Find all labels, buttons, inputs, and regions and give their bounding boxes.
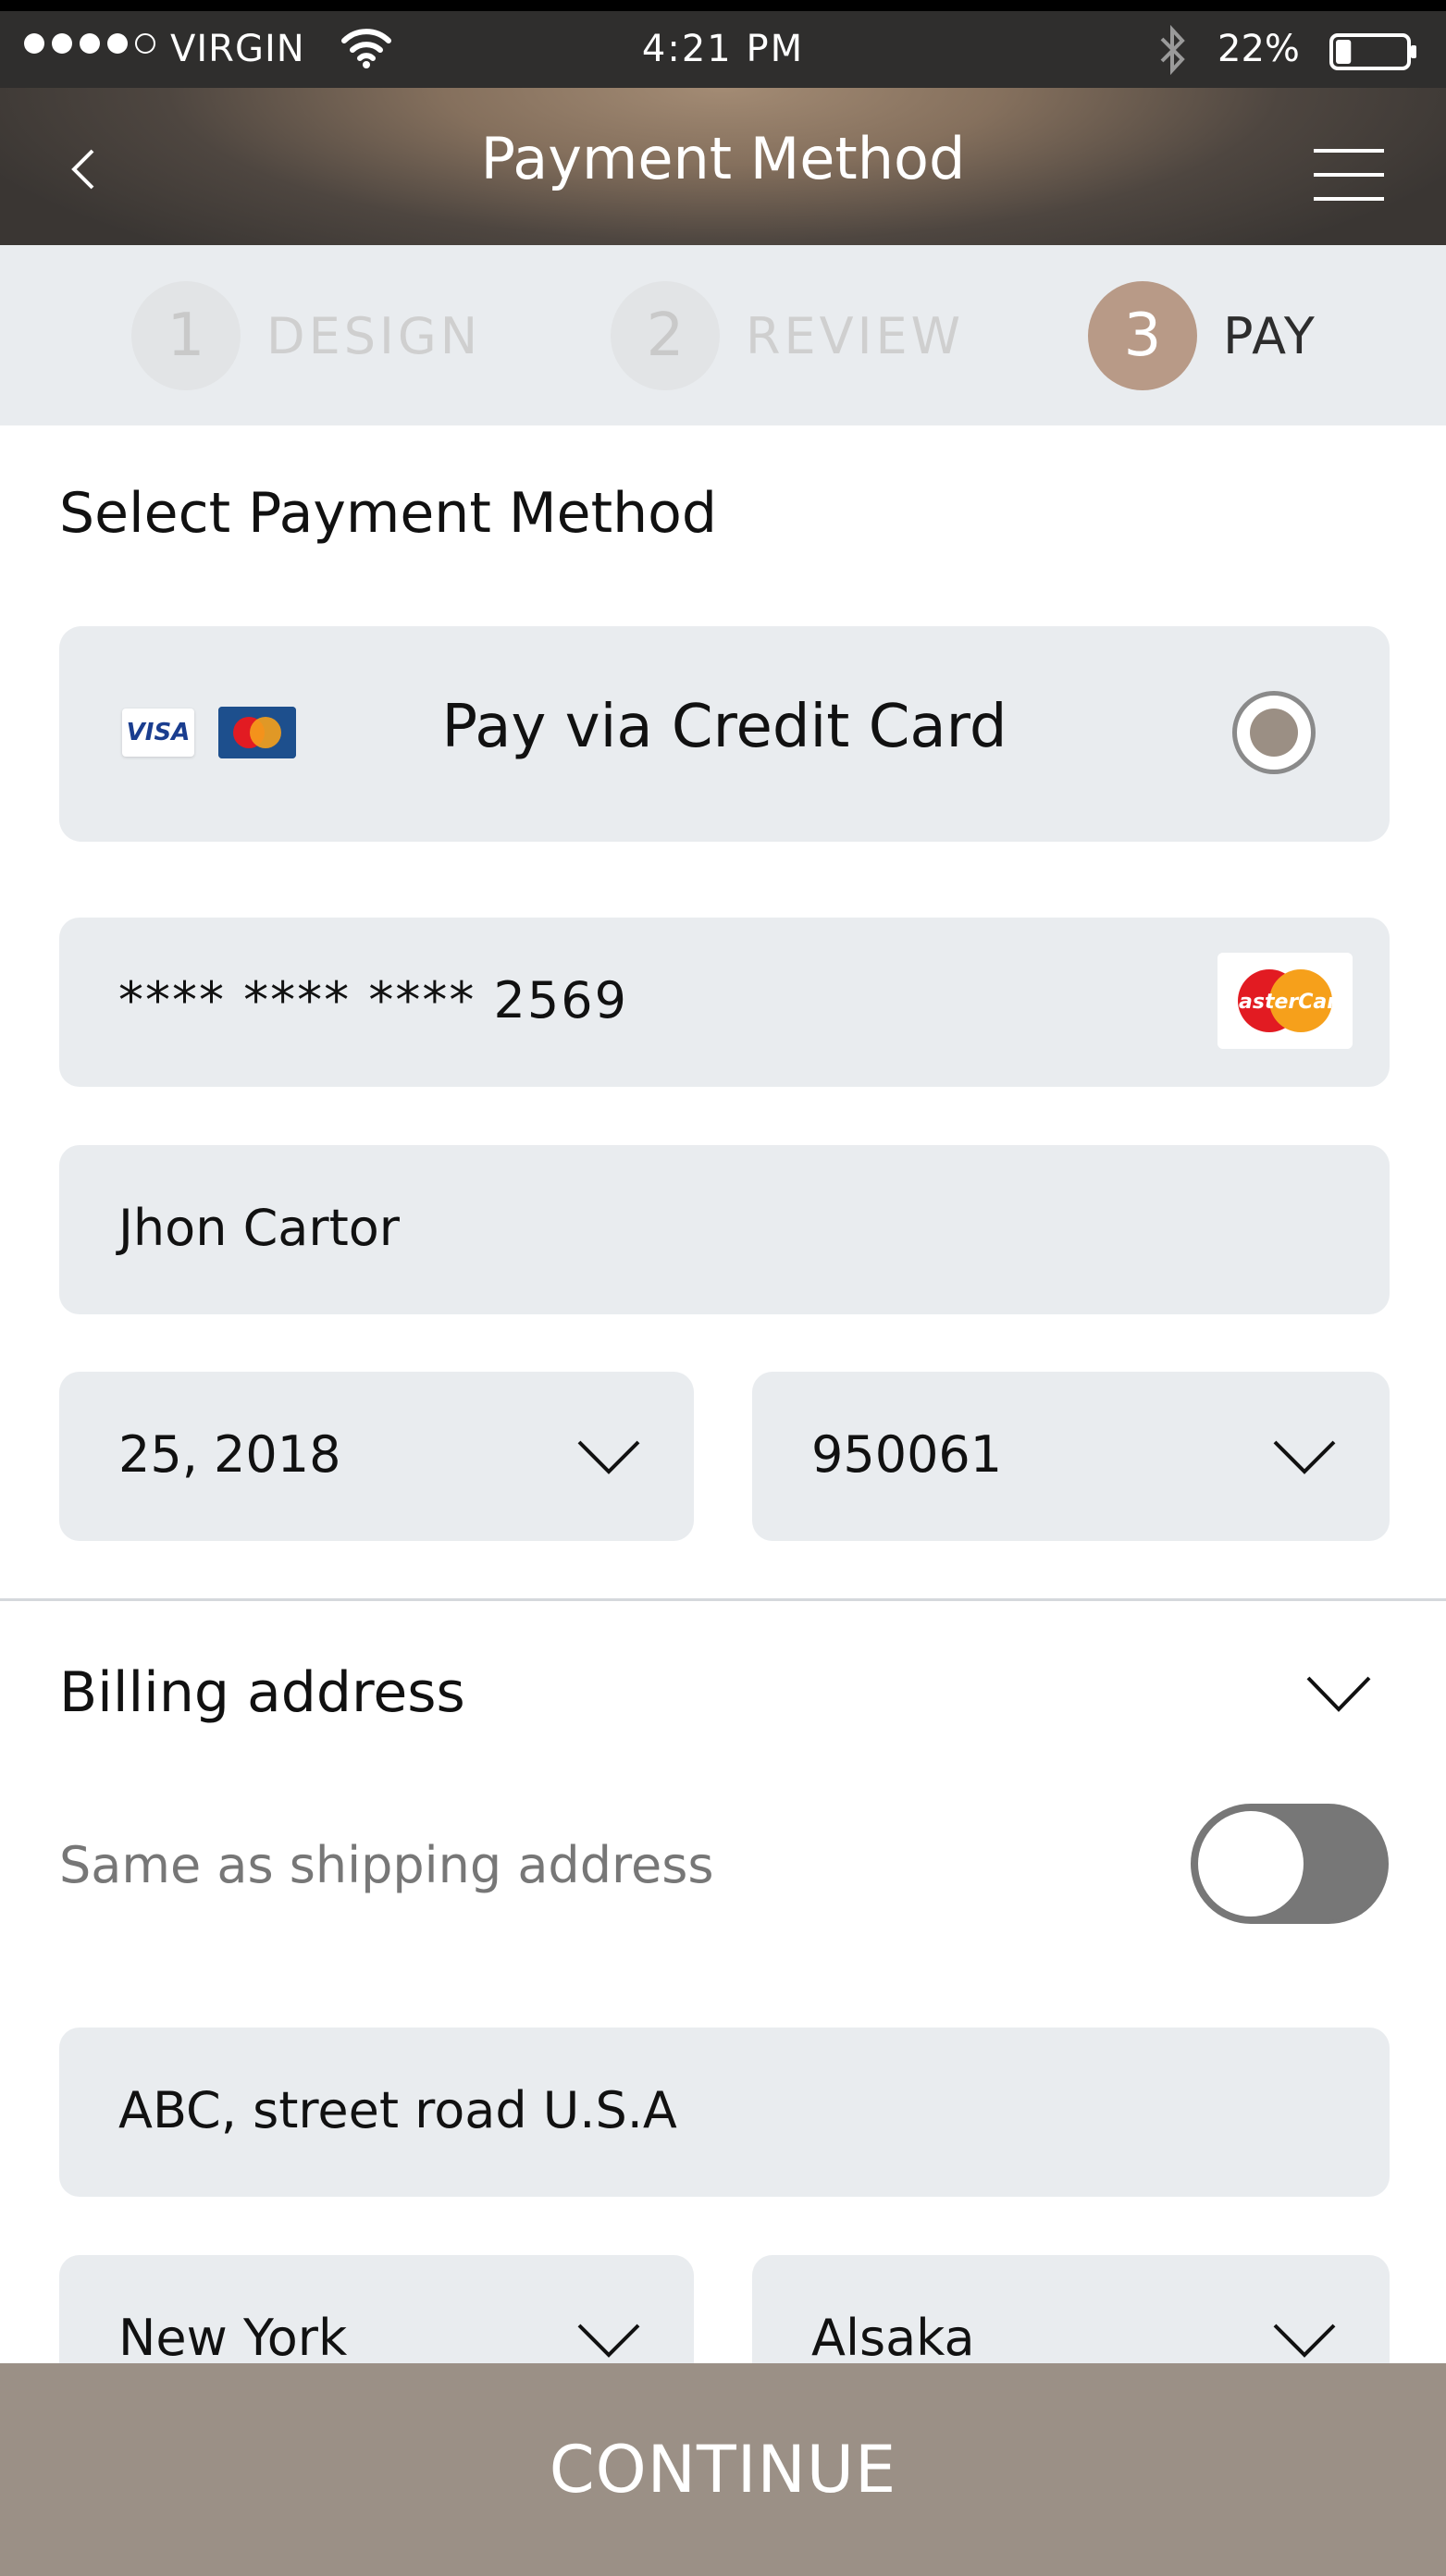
hamburger-menu-icon[interactable]: [1314, 149, 1384, 204]
chevron-down-icon: [1273, 2323, 1336, 2358]
chevron-down-icon: [577, 1440, 640, 1474]
mastercard-logo: MasterCard: [1217, 953, 1353, 1049]
chevron-down-icon: [577, 2323, 640, 2358]
step-review[interactable]: 2 REVIEW: [611, 280, 964, 391]
same-as-shipping-label: Same as shipping address: [59, 1836, 714, 1894]
same-as-shipping-toggle[interactable]: [1191, 1804, 1389, 1924]
street-address-value: ABC, street road U.S.A: [118, 2081, 677, 2139]
step-design[interactable]: 1 DESIGN: [131, 280, 481, 391]
status-bar: VIRGIN 4:21 PM 22%: [0, 0, 1446, 88]
step-number: 1: [131, 281, 241, 390]
step-pay[interactable]: 3 PAY: [1088, 280, 1316, 391]
step-label: REVIEW: [746, 306, 965, 365]
card-holder-field[interactable]: Jhon Cartor: [59, 1145, 1390, 1314]
state-value: Alsaka: [811, 2309, 975, 2367]
step-number: 2: [611, 281, 720, 390]
code-select[interactable]: 950061: [752, 1372, 1390, 1541]
checkout-steps: 1 DESIGN 2 REVIEW 3 PAY: [0, 245, 1446, 425]
section-title: Select Payment Method: [59, 481, 717, 546]
expiry-select[interactable]: 25, 2018: [59, 1372, 694, 1541]
code-value: 950061: [811, 1425, 1003, 1484]
step-label: PAY: [1223, 306, 1316, 365]
radio-button-selected[interactable]: [1232, 691, 1316, 774]
chevron-down-icon: [1273, 1440, 1336, 1474]
bluetooth-icon: [1160, 24, 1185, 76]
page-title: Payment Method: [480, 125, 966, 192]
chevron-down-icon[interactable]: [1304, 1672, 1373, 1715]
expiry-value: 25, 2018: [118, 1425, 341, 1484]
card-number-field[interactable]: **** **** **** 2569 MasterCard: [59, 918, 1390, 1087]
app-header: Payment Method: [0, 88, 1446, 245]
street-address-field[interactable]: ABC, street road U.S.A: [59, 2028, 1390, 2197]
card-number-value: **** **** **** 2569: [118, 971, 628, 1029]
card-holder-value: Jhon Cartor: [118, 1199, 400, 1257]
section-divider: [0, 1598, 1446, 1601]
city-value: New York: [118, 2309, 348, 2367]
pay-option-label: Pay via Credit Card: [441, 693, 1007, 761]
step-label: DESIGN: [266, 306, 482, 365]
billing-address-title: Billing address: [59, 1660, 465, 1725]
continue-button[interactable]: CONTINUE: [0, 2363, 1446, 2576]
svg-text:MasterCard: MasterCard: [1218, 991, 1352, 1014]
battery-percentage: 22%: [1217, 28, 1300, 70]
step-number: 3: [1088, 281, 1197, 390]
pay-via-credit-card-option[interactable]: VISA Pay via Credit Card: [59, 626, 1390, 842]
battery-icon: [1329, 33, 1416, 70]
